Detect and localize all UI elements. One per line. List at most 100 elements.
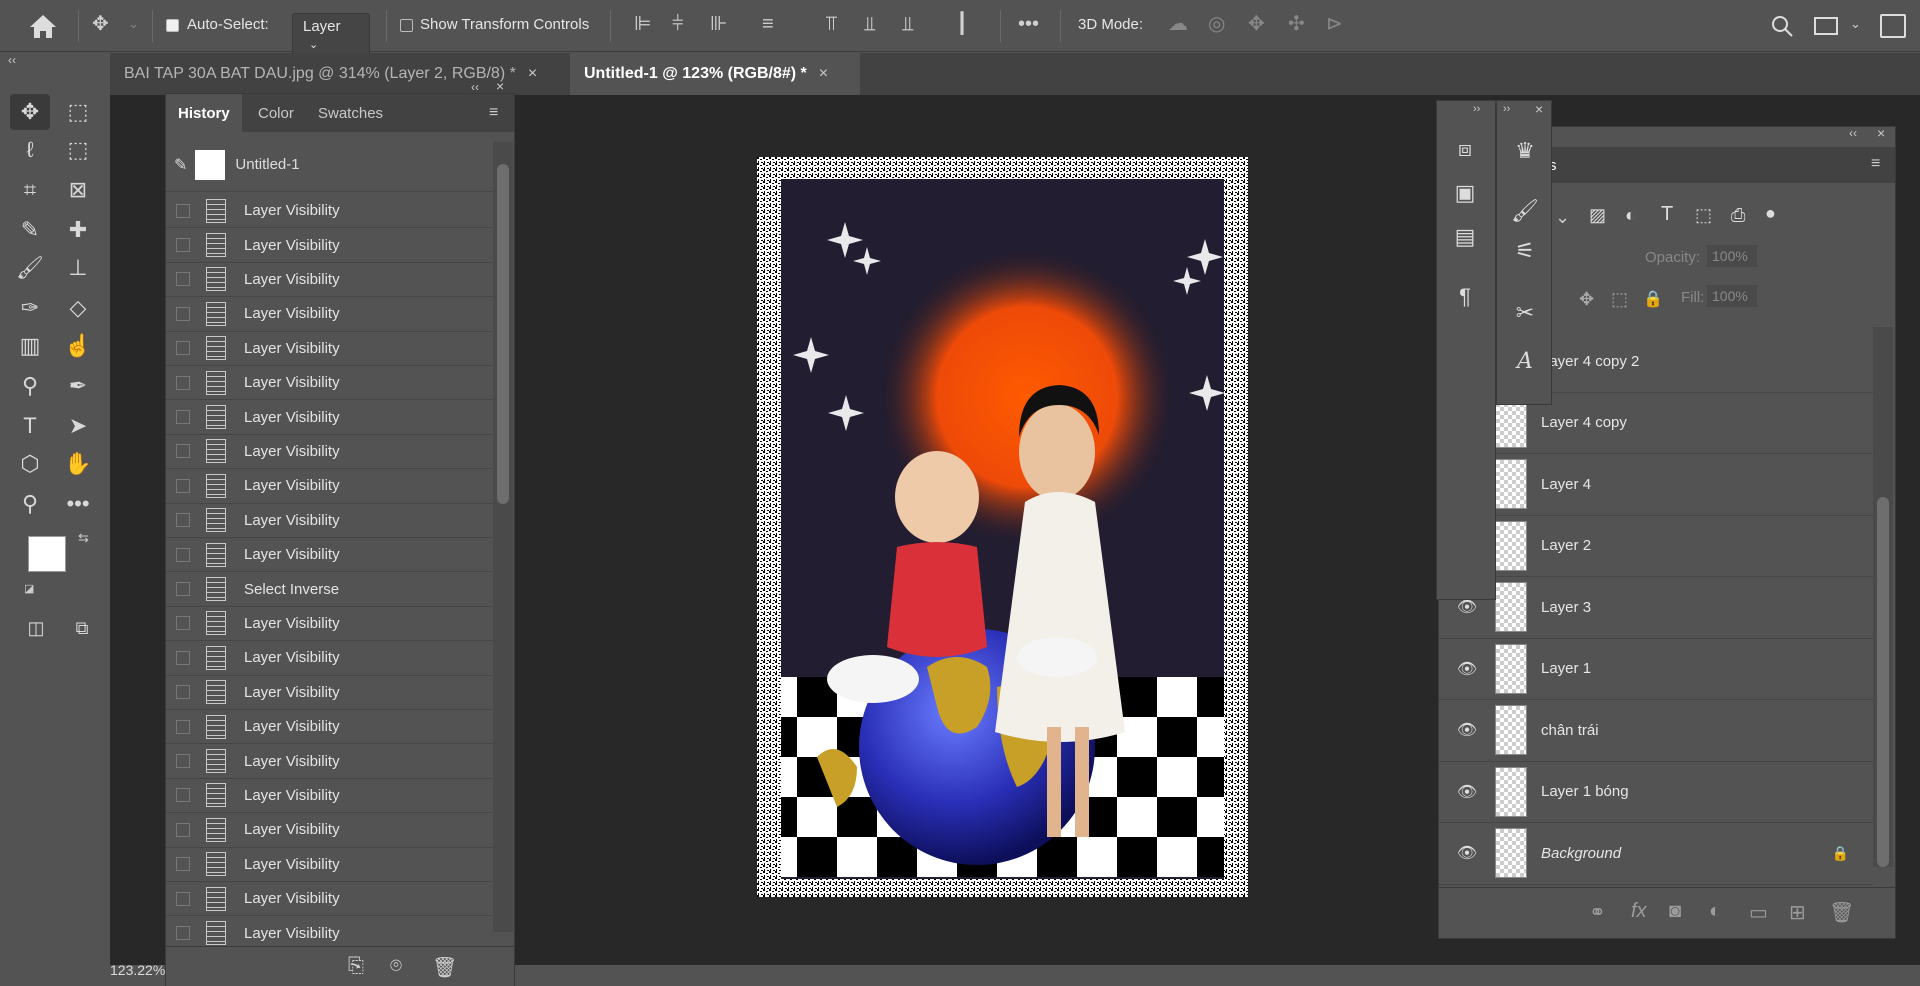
3d-roll-icon[interactable]: ◎	[1208, 14, 1225, 34]
zoom-tool-icon[interactable]: ⚲	[10, 486, 50, 522]
workspace-icon[interactable]	[1814, 17, 1838, 35]
libraries-panel-icon[interactable]: ▣	[1445, 173, 1485, 213]
collapse-icon[interactable]: ‹‹	[8, 53, 16, 67]
collapse-icon[interactable]: ‹‹	[471, 80, 479, 94]
layer-row[interactable]: 👁 Layer 3	[1439, 577, 1873, 639]
adjustment-layer-icon[interactable]: ◐	[1709, 900, 1721, 923]
tab-history[interactable]: History	[166, 94, 242, 132]
history-item[interactable]: Layer Visibility	[166, 607, 492, 642]
eraser-tool-icon[interactable]: ◇	[58, 290, 98, 326]
history-item[interactable]: Layer Visibility	[166, 676, 492, 710]
quick-mask-icon[interactable]: ◫	[16, 610, 56, 646]
history-item[interactable]: Layer Visibility	[166, 848, 492, 882]
close-icon[interactable]: ×	[1535, 101, 1543, 117]
lock-position-icon[interactable]: ✥	[1579, 289, 1594, 310]
history-brush-icon[interactable]: ✎	[174, 155, 187, 175]
chevron-down-icon[interactable]: ⌄	[128, 14, 139, 34]
auto-select-checkbox[interactable]	[166, 19, 179, 32]
object-select-tool-icon[interactable]: ⬚	[58, 132, 98, 168]
history-checkbox[interactable]	[176, 582, 190, 597]
distribute-vertical-icon[interactable]: ┃	[956, 14, 968, 34]
path-select-tool-icon[interactable]: ➤	[58, 408, 98, 444]
histogram-panel-icon[interactable]: ♛	[1505, 131, 1545, 171]
close-icon[interactable]: ×	[528, 65, 537, 83]
history-checkbox[interactable]	[176, 410, 190, 425]
history-snapshot[interactable]: ✎ Untitled-1	[166, 138, 492, 192]
lock-all-icon[interactable]: 🔒	[1643, 289, 1663, 309]
link-layers-icon[interactable]: ⚭	[1589, 900, 1606, 925]
align-bottom-icon[interactable]: ⫫	[902, 14, 913, 34]
history-item[interactable]: Select Inverse	[166, 572, 492, 607]
show-transform-checkbox[interactable]	[400, 19, 413, 32]
scrollbar-thumb[interactable]	[497, 164, 509, 504]
character-panel-icon[interactable]: A	[1505, 341, 1545, 381]
shape-tool-icon[interactable]: ⬡	[10, 446, 50, 482]
foreground-color-swatch[interactable]	[28, 536, 66, 572]
history-item[interactable]: Layer Visibility	[166, 400, 492, 435]
camera-icon[interactable]: ⌾	[390, 955, 402, 978]
eye-icon[interactable]: 👁	[1439, 720, 1495, 740]
history-checkbox[interactable]	[176, 513, 190, 528]
history-checkbox[interactable]	[176, 547, 190, 562]
eye-icon[interactable]: 👁	[1439, 843, 1495, 863]
layer-name[interactable]: Layer 4 copy	[1541, 414, 1627, 431]
tab-swatches[interactable]: Swatches	[306, 94, 395, 132]
eye-icon[interactable]: 👁	[1439, 597, 1495, 617]
gradient-tool-icon[interactable]: ▥	[10, 328, 50, 364]
layer-name[interactable]: Layer 4	[1541, 476, 1591, 493]
crop-tool-icon[interactable]: ⌗	[10, 172, 50, 208]
smudge-tool-icon[interactable]: ☝	[58, 328, 98, 364]
history-item[interactable]: Layer Visibility	[166, 332, 492, 366]
pen-tool-icon[interactable]: ✒	[58, 368, 98, 404]
history-checkbox[interactable]	[176, 788, 190, 803]
chevron-down-icon[interactable]: ⌄	[1850, 14, 1861, 34]
adjustments-panel-icon[interactable]: ⚟	[1505, 231, 1545, 271]
history-checkbox[interactable]	[176, 238, 190, 253]
history-checkbox[interactable]	[176, 754, 190, 769]
history-checkbox[interactable]	[176, 616, 190, 631]
properties-panel-icon[interactable]: ▤	[1445, 217, 1485, 257]
more-tools-icon[interactable]: •••	[58, 486, 98, 522]
layer-name[interactable]: Layer 3	[1541, 599, 1591, 616]
collapse-icon[interactable]: ‹‹	[1849, 126, 1857, 140]
home-icon[interactable]	[26, 12, 60, 40]
eyedropper-tool-icon[interactable]: ✎	[10, 212, 50, 248]
eye-icon[interactable]: 👁	[1439, 659, 1495, 679]
history-brush-tool-icon[interactable]: ✑	[10, 290, 50, 326]
layer-row[interactable]: 👁 chân trái	[1439, 700, 1873, 762]
brush-tool-icon[interactable]: 🖌	[10, 250, 50, 286]
fx-icon[interactable]: fx	[1631, 900, 1647, 923]
3d-orbit-icon[interactable]: ☁	[1168, 14, 1188, 34]
expand-icon[interactable]: ››	[1503, 103, 1510, 115]
history-checkbox[interactable]	[176, 685, 190, 700]
history-checkbox[interactable]	[176, 650, 190, 665]
filter-smart-object-icon[interactable]: ⎙	[1731, 205, 1745, 226]
hand-tool-icon[interactable]: ✋	[58, 446, 98, 482]
layer-name[interactable]: Layer 2	[1541, 537, 1591, 554]
history-item[interactable]: Layer Visibility	[166, 263, 492, 298]
zoom-level[interactable]: 123.22%	[110, 962, 170, 986]
expand-icon[interactable]: ››	[1473, 103, 1480, 115]
trash-icon[interactable]: 🗑	[1829, 900, 1854, 925]
history-item[interactable]: Layer Visibility	[166, 744, 492, 779]
share-icon[interactable]	[1880, 14, 1906, 38]
history-item[interactable]: Layer Visibility	[166, 504, 492, 538]
add-mask-icon[interactable]: ◙	[1669, 900, 1681, 923]
history-checkbox[interactable]	[176, 306, 190, 321]
layer-name[interactable]: Layer 1	[1541, 660, 1591, 677]
align-top-icon[interactable]: ⫪	[826, 14, 837, 34]
layer-row[interactable]: 👁 Layer 1 bóng	[1439, 762, 1873, 823]
3d-slide-icon[interactable]: ✣	[1288, 14, 1305, 34]
layer-row[interactable]: 👁Layer 4	[1439, 454, 1873, 516]
tab-document-active[interactable]: Untitled-1 @ 123% (RGB/8#) * ×	[570, 53, 860, 95]
history-item[interactable]: Layer Visibility	[166, 228, 492, 263]
history-checkbox[interactable]	[176, 341, 190, 356]
history-checkbox[interactable]	[176, 375, 190, 390]
swap-colors-icon[interactable]: ⇆	[78, 530, 89, 546]
close-icon[interactable]: ×	[1877, 125, 1885, 141]
brushes-panel-icon[interactable]: 🖌	[1505, 191, 1545, 231]
distribute-icon[interactable]: ≡	[762, 14, 774, 34]
close-icon[interactable]: ×	[496, 78, 504, 94]
history-item[interactable]: Layer Visibility	[166, 366, 492, 401]
fill-input[interactable]: 100%	[1707, 285, 1757, 307]
